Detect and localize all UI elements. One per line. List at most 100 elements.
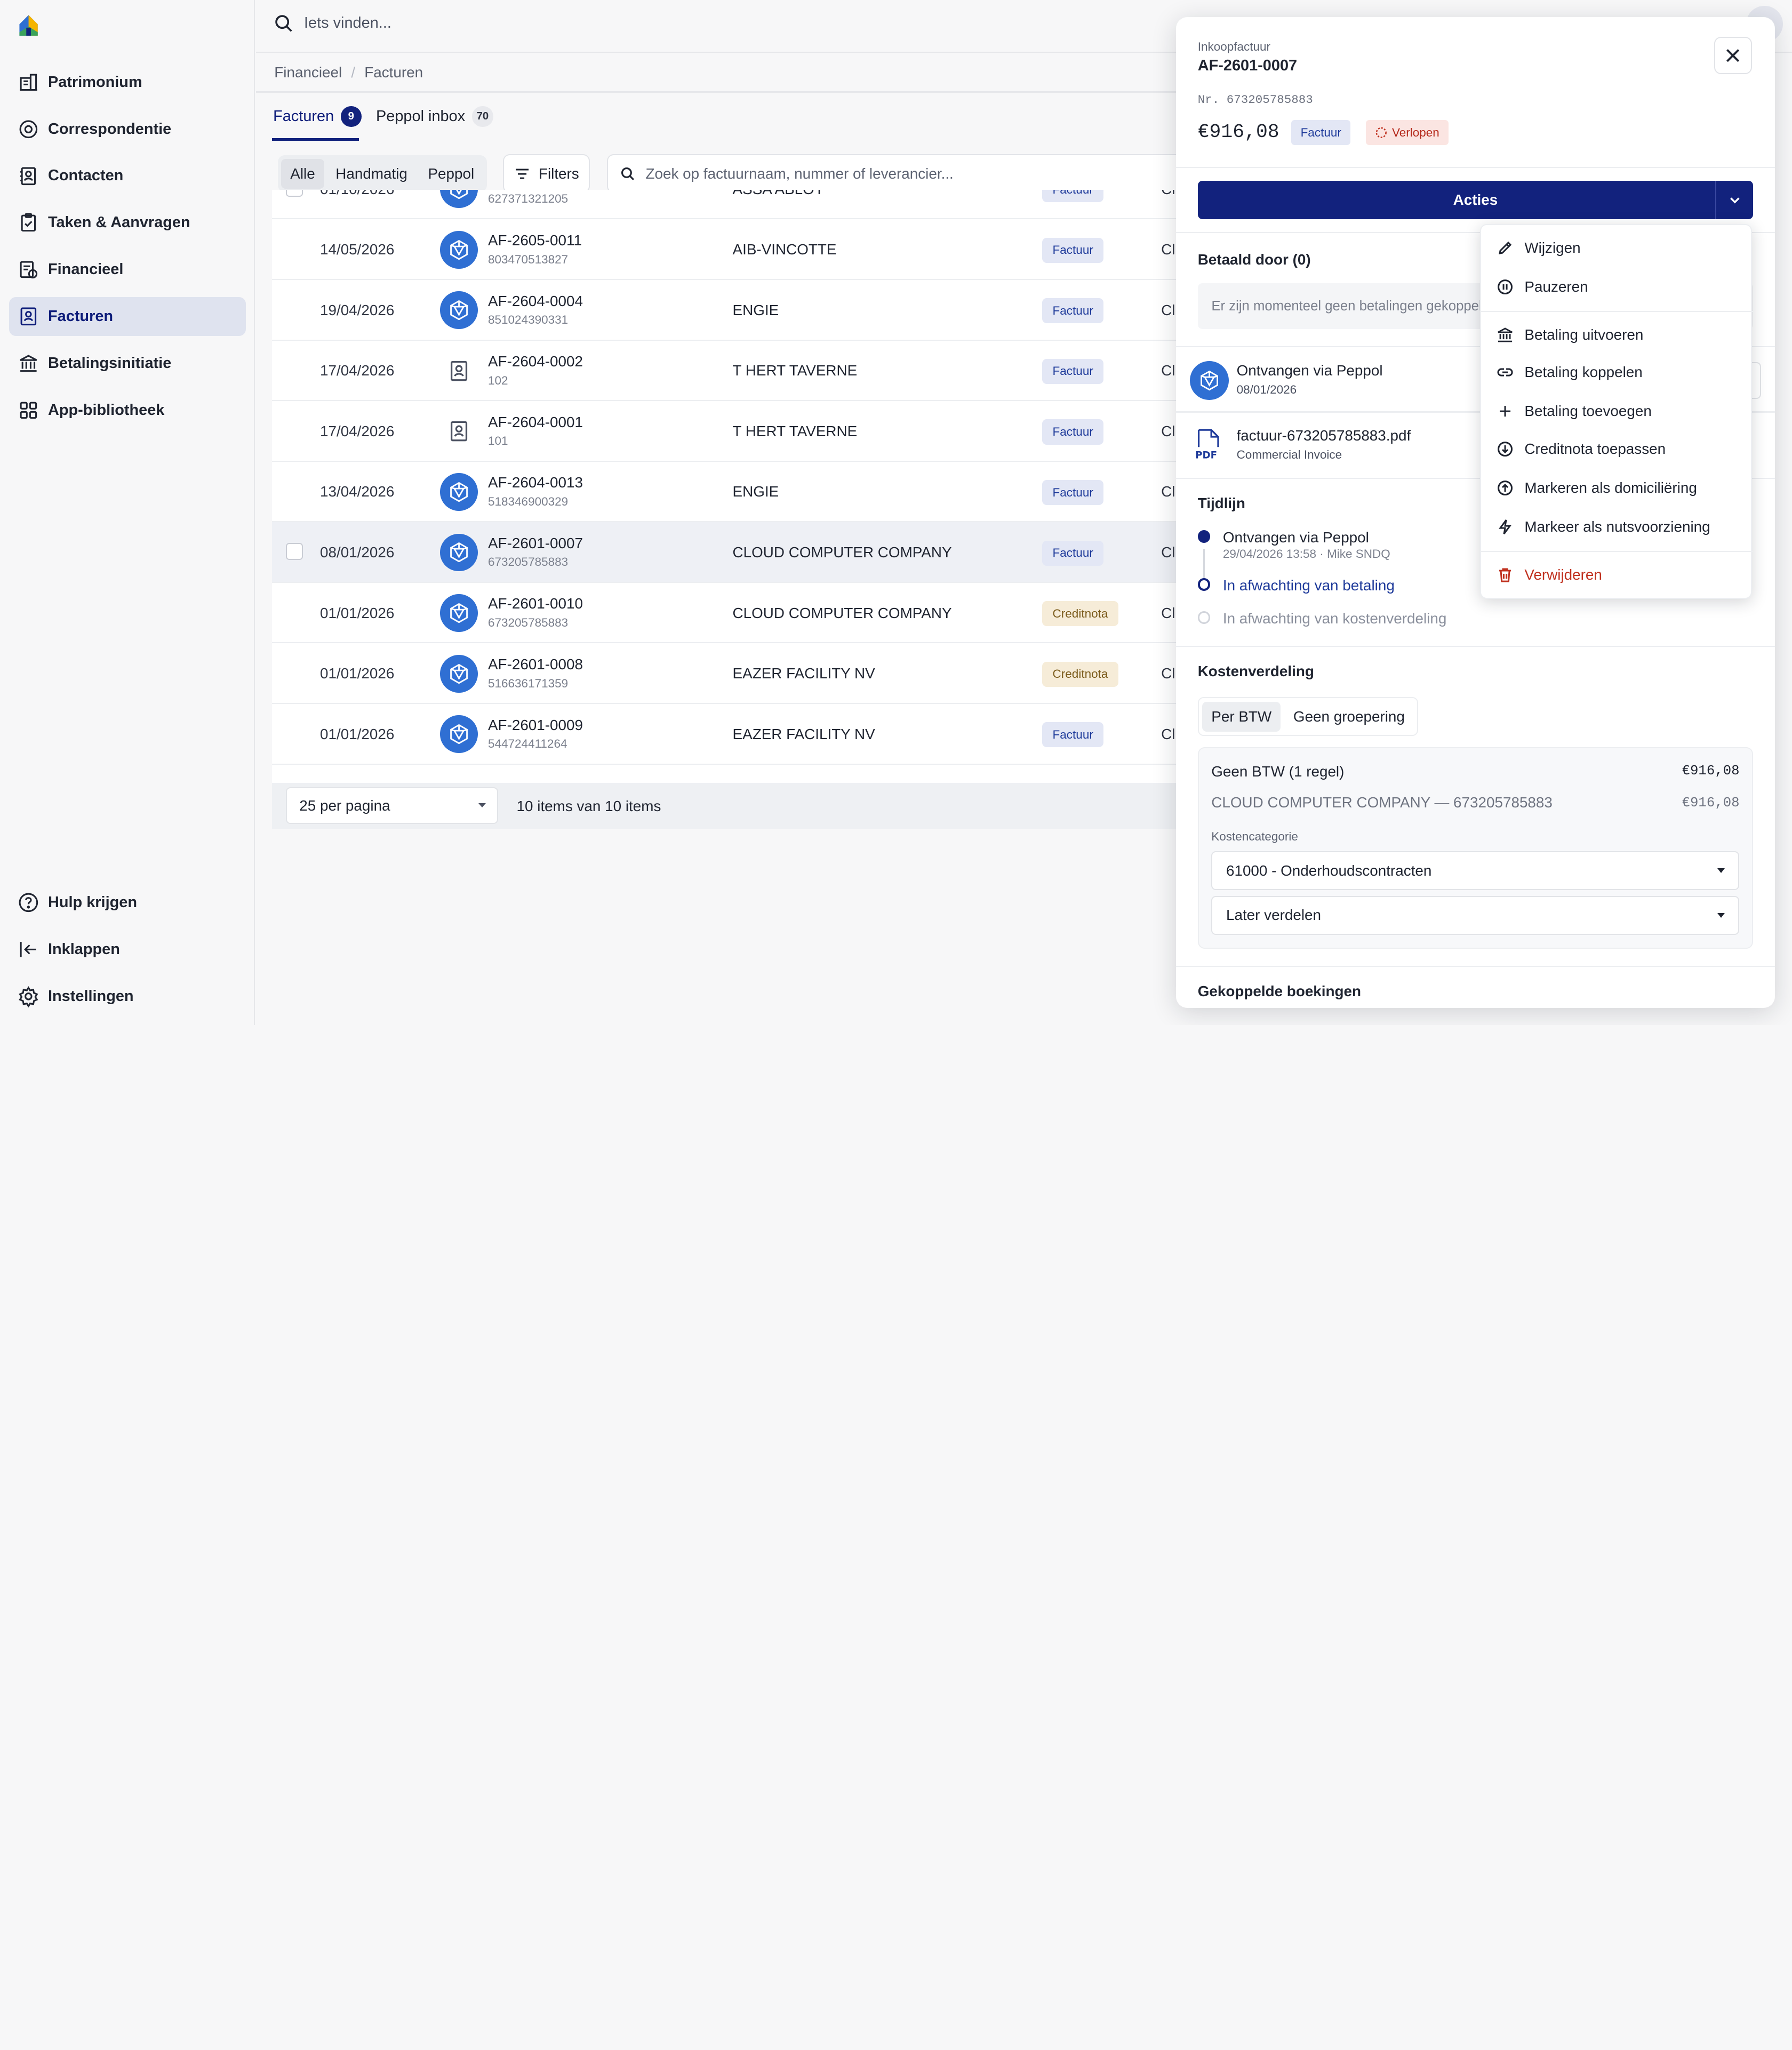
menu-item-wijzigen[interactable]: Wijzigen xyxy=(1481,230,1753,267)
global-search-input[interactable]: Iets vinden... xyxy=(274,14,391,33)
sidebar-item-facturen[interactable]: Facturen xyxy=(9,297,246,336)
row-reference: 516636171359 xyxy=(487,676,569,690)
sidebar-item-app-bibliotheek[interactable]: App-bibliotheek xyxy=(9,391,246,430)
menu-item-domiciliering[interactable]: Markeren als domiciliëring xyxy=(1481,470,1753,507)
row-checkbox[interactable] xyxy=(285,189,303,197)
collapse-icon xyxy=(17,938,40,961)
row-date: 17/04/2026 xyxy=(319,362,395,379)
table-search-input[interactable]: Zoek op factuurnaam, nummer of leveranci… xyxy=(606,154,1202,194)
segment-per-btw[interactable]: Per BTW xyxy=(1202,701,1281,732)
timeline-step: Ontvangen via Peppol xyxy=(1222,529,1369,546)
breadcrumb-separator: / xyxy=(351,64,356,81)
segment-alle[interactable]: Alle xyxy=(281,158,324,189)
menu-item-betaling-koppelen[interactable]: Betaling koppelen xyxy=(1481,354,1753,391)
row-invoice-number: AF-2604-0001 xyxy=(487,413,583,430)
actions-dropdown-toggle[interactable] xyxy=(1715,180,1753,220)
breadcrumb: Financieel / Facturen xyxy=(274,64,423,81)
pause-circle-icon xyxy=(1496,278,1514,296)
close-icon xyxy=(1726,49,1740,62)
caret-down-icon xyxy=(478,803,486,807)
peppol-icon xyxy=(1189,361,1229,400)
row-checkbox[interactable] xyxy=(285,542,303,560)
table-row[interactable]: 01/01/2026 AF-2601-0010 673205785883 CLOUD … xyxy=(271,583,1210,644)
sidebar-item-correspondentie[interactable]: Correspondentie xyxy=(9,110,246,149)
sidebar-item-label: Taken & Aanvragen xyxy=(47,214,190,231)
table-row[interactable]: 17/04/2026 AF-2604-0001 101 T HERT TAVERNE F… xyxy=(271,401,1210,462)
menu-item-verwijderen[interactable]: Verwijderen xyxy=(1481,556,1753,593)
actions-button[interactable]: Acties xyxy=(1197,180,1754,220)
distribution-select[interactable]: Later verdelen xyxy=(1211,895,1740,935)
menu-item-label: Markeer als nutsvoorziening xyxy=(1524,518,1710,535)
filters-button[interactable]: Filters xyxy=(502,154,590,194)
sidebar-item-label: Inklappen xyxy=(47,941,120,958)
source-filter-segmented: Alle Handmatig Peppol xyxy=(277,155,487,192)
sidebar-item-label: Patrimonium xyxy=(47,73,142,91)
tab-label: Peppol inbox xyxy=(376,108,466,125)
loading-circle-icon xyxy=(1375,127,1387,138)
row-truncated-cell: Cl xyxy=(1161,665,1175,682)
sidebar-item-collapse[interactable]: Inklappen xyxy=(9,930,246,969)
attachment-link[interactable]: factuur-673205785883.pdf xyxy=(1237,427,1411,444)
table-row[interactable]: 01/10/2026AF-2610-0001627371321205ASSA A… xyxy=(271,189,1210,220)
sidebar-item-financieel[interactable]: Financieel xyxy=(9,250,246,289)
sidebar-item-betalingsinitiatie[interactable]: Betalingsinitiatie xyxy=(9,344,246,383)
bank-icon xyxy=(1496,326,1514,344)
table-row[interactable]: 08/01/2026 AF-2601-0007 673205785883 CLOUD … xyxy=(271,522,1210,583)
sidebar-item-contacten[interactable]: Contacten xyxy=(9,157,246,196)
segment-peppol[interactable]: Peppol xyxy=(419,159,483,189)
menu-item-betaling-toevoegen[interactable]: Betaling toevoegen xyxy=(1481,393,1753,430)
table-row[interactable]: 01/01/2026 AF-2601-0009 544724411264 EAZER … xyxy=(271,704,1210,765)
row-reference: 544724411264 xyxy=(487,737,567,751)
table-row[interactable]: 14/05/2026 AF-2605-0011 803470513827 AIB-VI… xyxy=(271,219,1210,280)
row-truncated-cell: Cl xyxy=(1161,725,1175,742)
row-truncated-cell: Cl xyxy=(1161,241,1175,258)
table-row[interactable]: 17/04/2026 AF-2604-0002 102 T HERT TAVERNE F… xyxy=(271,341,1210,402)
divider xyxy=(1481,310,1753,312)
tab-count-badge: 70 xyxy=(472,106,493,127)
close-button[interactable] xyxy=(1714,36,1752,75)
timeline-dot-current xyxy=(1197,578,1211,591)
sidebar-item-label: Contacten xyxy=(47,167,124,185)
segment-geen-groepering[interactable]: Geen groepering xyxy=(1284,702,1414,732)
breadcrumb-parent[interactable]: Financieel xyxy=(274,64,342,81)
row-invoice-number: AF-2604-0013 xyxy=(487,474,583,491)
row-type-badge: Factuur xyxy=(1042,358,1104,384)
menu-item-label: Markeren als domiciliëring xyxy=(1524,479,1697,496)
pencil-icon xyxy=(1496,239,1514,257)
tab-peppol-inbox[interactable]: Peppol inbox 70 xyxy=(376,106,493,127)
sidebar: Patrimonium Correspondentie Contacten Ta… xyxy=(0,0,255,1026)
status-badge-label: Verlopen xyxy=(1391,125,1439,139)
cost-category-select[interactable]: 61000 - Onderhoudscontracten xyxy=(1211,851,1740,891)
table-row[interactable]: 01/01/2026 AF-2601-0008 516636171359 EAZER … xyxy=(271,643,1210,704)
row-invoice-number: AF-2601-0009 xyxy=(487,716,583,733)
row-vendor: CLOUD COMPUTER COMPANY xyxy=(732,543,952,560)
sidebar-item-patrimonium[interactable]: Patrimonium xyxy=(9,63,246,102)
sidebar-item-settings[interactable]: Instellingen xyxy=(9,977,246,1016)
caret-down-icon xyxy=(1717,912,1725,918)
cost-allocation-card: Geen BTW (1 regel) €916,08 CLOUD COMPUTE… xyxy=(1197,747,1754,949)
divider xyxy=(1481,550,1753,552)
sidebar-item-help[interactable]: Hulp krijgen xyxy=(9,883,246,922)
chevron-down-icon xyxy=(1730,197,1740,204)
app-logo[interactable] xyxy=(16,13,41,38)
row-truncated-cell: Cl xyxy=(1161,543,1175,560)
sidebar-item-taken[interactable]: Taken & Aanvragen xyxy=(9,203,246,242)
row-date: 01/01/2026 xyxy=(319,604,395,621)
row-type-badge: Factuur xyxy=(1042,237,1104,263)
row-type-badge: Factuur xyxy=(1042,298,1104,324)
tab-facturen[interactable]: Facturen 9 xyxy=(273,106,362,127)
per-page-select[interactable]: 25 per pagina xyxy=(285,787,499,824)
type-badge: Factuur xyxy=(1291,119,1350,146)
menu-item-nutsvoorziening[interactable]: Markeer als nutsvoorziening xyxy=(1481,508,1753,545)
row-reference: 518346900329 xyxy=(487,494,569,508)
row-invoice-number: AF-2604-0002 xyxy=(487,353,583,370)
segment-handmatig[interactable]: Handmatig xyxy=(326,159,417,189)
row-type-badge: Creditnota xyxy=(1042,661,1118,687)
table-row[interactable]: 13/04/2026 AF-2604-0013 518346900329 ENGIE F… xyxy=(271,462,1210,523)
menu-item-pauzeren[interactable]: Pauzeren xyxy=(1481,268,1753,305)
menu-item-betaling-uitvoeren[interactable]: Betaling uitvoeren xyxy=(1481,316,1753,353)
table-row[interactable]: 19/04/2026 AF-2604-0004 851024390331 ENGIE F… xyxy=(271,280,1210,341)
menu-item-creditnota-toepassen[interactable]: Creditnota toepassen xyxy=(1481,431,1753,468)
row-date: 14/05/2026 xyxy=(319,241,395,258)
row-date: 01/01/2026 xyxy=(319,665,395,682)
